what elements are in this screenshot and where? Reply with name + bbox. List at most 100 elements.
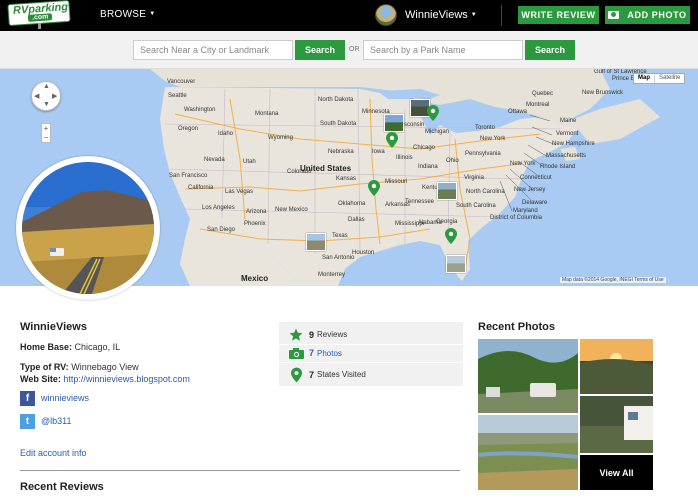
browse-menu[interactable]: BROWSE ▼ xyxy=(100,9,156,20)
zoom-in-button[interactable]: + xyxy=(42,124,50,133)
map-pin-icon[interactable] xyxy=(386,132,398,148)
map-label: Arizona xyxy=(246,209,267,215)
map-label: Maine xyxy=(560,118,577,124)
map-label: Connecticut xyxy=(520,175,552,181)
recent-photo[interactable] xyxy=(580,396,653,453)
photos-count: 7 xyxy=(309,348,315,358)
camera-icon xyxy=(608,11,620,19)
pan-right-icon[interactable]: ▶ xyxy=(52,92,57,100)
map-label: Phoenix xyxy=(244,221,266,227)
recent-photo[interactable] xyxy=(478,415,578,490)
map-label: Montana xyxy=(255,111,279,117)
map-label: Seattle xyxy=(168,93,187,99)
city-search-button[interactable]: Search xyxy=(295,40,345,60)
map-label-country: United States xyxy=(300,164,352,173)
user-avatar xyxy=(375,4,397,26)
map-label: Tennessee xyxy=(405,199,435,205)
website-label: Web Site: xyxy=(20,374,61,384)
facebook-link[interactable]: f winnieviews xyxy=(20,390,89,406)
map-label-country: Mexico xyxy=(241,274,269,283)
map-label: New Hampshire xyxy=(552,141,595,147)
map-pin-icon[interactable] xyxy=(427,105,439,121)
map-label: Utah xyxy=(243,159,256,165)
or-label: OR xyxy=(349,46,360,53)
camera-icon xyxy=(288,347,304,359)
user-menu[interactable]: WinnieViews ▼ xyxy=(375,4,477,26)
map-label: Virginia xyxy=(464,175,484,181)
map-pin-icon[interactable] xyxy=(368,180,380,196)
map-label: Vermont xyxy=(556,131,579,137)
map-label: North Dakota xyxy=(318,97,354,103)
reviews-count: 9 xyxy=(309,329,315,340)
twitter-link[interactable]: t @lb311 xyxy=(20,413,72,429)
map-pin-icon[interactable] xyxy=(445,228,457,244)
map-label: Pennsylvania xyxy=(465,151,501,157)
recent-photo[interactable] xyxy=(478,339,578,413)
website-link[interactable]: http://winnieviews.blogspot.com xyxy=(63,374,190,384)
map-label: North Carolina xyxy=(466,189,505,195)
profile-name: WinnieViews xyxy=(20,321,87,333)
map-label: Oregon xyxy=(178,126,199,132)
map-type-satellite[interactable]: Satellite xyxy=(654,74,684,83)
map-label: New York xyxy=(480,136,506,142)
caret-down-icon: ▼ xyxy=(149,11,156,17)
map-photo-marker[interactable] xyxy=(384,114,404,132)
top-nav: RVparking .com BROWSE ▼ WinnieViews ▼ WRI… xyxy=(0,0,698,31)
pan-down-icon[interactable]: ▼ xyxy=(43,101,50,108)
recent-reviews-heading: Recent Reviews xyxy=(20,481,104,493)
home-base-label: Home Base: xyxy=(20,342,73,352)
map-photo-marker[interactable] xyxy=(437,182,457,200)
map-label: Vancouver xyxy=(167,79,196,85)
map-label: Nebraska xyxy=(328,149,354,155)
stat-states: 7 States Visited xyxy=(279,362,463,386)
map-label: Georgia xyxy=(436,219,458,225)
section-divider xyxy=(20,470,460,471)
pan-up-icon[interactable]: ▲ xyxy=(43,83,50,90)
pan-left-icon[interactable]: ◀ xyxy=(34,92,39,100)
map-label: Wyoming xyxy=(268,135,293,141)
photos-label: Photos xyxy=(317,348,342,358)
park-search-button[interactable]: Search xyxy=(525,40,575,60)
map-pin-icon xyxy=(288,367,304,383)
user-name: WinnieViews xyxy=(405,9,468,21)
zoom-out-button[interactable]: − xyxy=(42,133,50,142)
map-label: California xyxy=(188,185,214,191)
states-count: 7 xyxy=(309,369,315,380)
map-label: San Francisco xyxy=(169,173,208,179)
caret-down-icon: ▼ xyxy=(470,12,477,18)
edit-account-link[interactable]: Edit account info xyxy=(20,448,87,458)
map-label: Los Angeles xyxy=(202,205,235,211)
map-label: New Mexico xyxy=(275,207,308,213)
recent-photo[interactable] xyxy=(580,339,653,394)
rv-type-value: Winnebago View xyxy=(71,362,139,372)
map-label: South Dakota xyxy=(320,121,357,127)
city-search-input[interactable] xyxy=(133,40,293,60)
twitter-icon: t xyxy=(20,413,35,429)
view-all-photos-button[interactable]: View All xyxy=(580,455,653,490)
map-pan-control[interactable]: ▲ ▼ ◀ ▶ xyxy=(31,81,61,111)
rvparking-logo[interactable]: RVparking .com xyxy=(7,0,72,29)
map-label: New Brunswick xyxy=(582,90,624,96)
map-zoom-control: + − xyxy=(41,123,51,143)
stat-reviews: 9 Reviews xyxy=(279,325,463,344)
add-photo-button[interactable]: ADD PHOTO xyxy=(605,6,690,24)
stat-photos[interactable]: 7 Photos xyxy=(279,344,463,361)
map-label: Illinois xyxy=(396,155,413,161)
stats-panel: 9 Reviews 7 Photos 7 States Visited xyxy=(279,322,463,386)
website-line: Web Site: http://winnieviews.blogspot.co… xyxy=(20,374,190,384)
map-label: Indiana xyxy=(418,164,438,170)
map-label: Texas xyxy=(332,233,348,239)
map-label: Massachusetts xyxy=(546,153,587,159)
map-attribution[interactable]: Map data ©2014 Google, INEGI Terms of Us… xyxy=(560,277,666,283)
map-photo-marker[interactable] xyxy=(306,233,326,251)
map-label: Missouri xyxy=(385,179,408,185)
map-label: Houston xyxy=(352,250,375,256)
profile-photo xyxy=(16,156,160,300)
map-label: Dallas xyxy=(348,217,365,223)
map-label: South Carolina xyxy=(456,203,496,209)
map-photo-marker[interactable] xyxy=(446,255,466,273)
park-search-input[interactable] xyxy=(363,40,523,60)
write-review-button[interactable]: WRITE REVIEW xyxy=(518,6,599,24)
map-label: Chicago xyxy=(413,145,436,151)
map-type-map[interactable]: Map xyxy=(634,74,654,83)
